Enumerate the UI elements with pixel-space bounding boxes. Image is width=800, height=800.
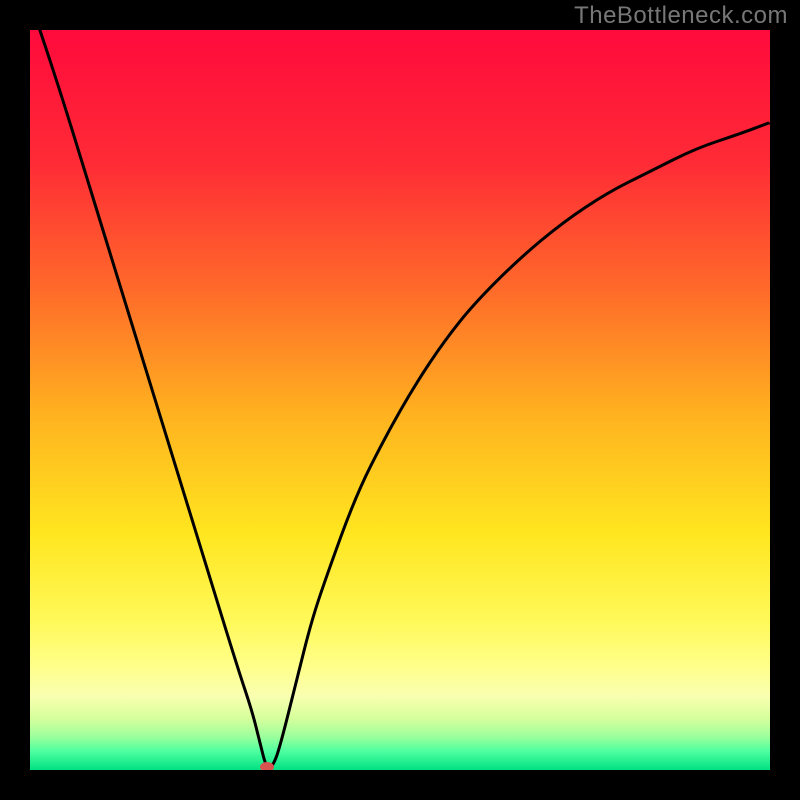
bottleneck-curve-path — [30, 30, 770, 768]
minimum-marker — [260, 762, 274, 770]
chart-frame: TheBottleneck.com — [0, 0, 800, 800]
plot-area — [30, 30, 770, 770]
curve-svg — [30, 30, 770, 770]
watermark-text: TheBottleneck.com — [574, 2, 788, 30]
